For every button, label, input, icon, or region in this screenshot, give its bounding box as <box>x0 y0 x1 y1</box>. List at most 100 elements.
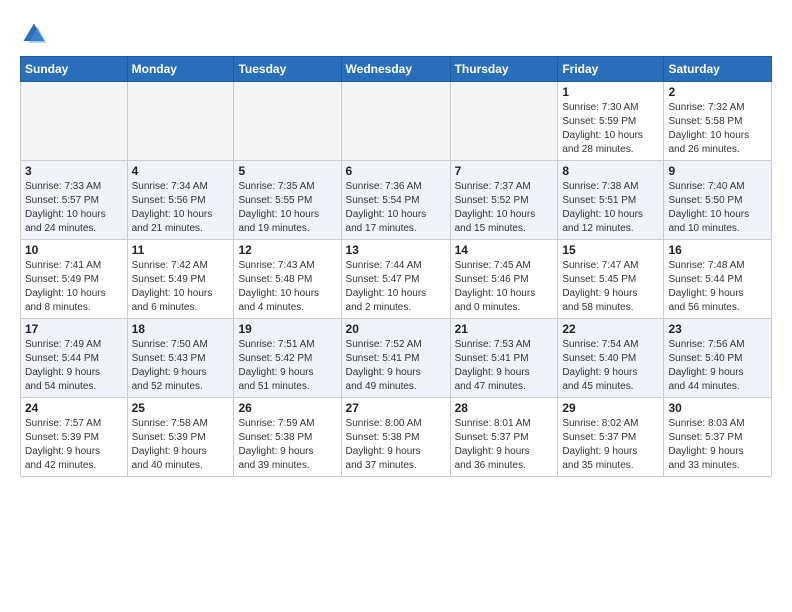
calendar-cell: 2 Sunrise: 7:32 AM Sunset: 5:58 PM Daylig… <box>664 82 772 161</box>
calendar-cell <box>21 82 128 161</box>
day-number: 1 <box>562 85 659 99</box>
calendar-cell: 11 Sunrise: 7:42 AM Sunset: 5:49 PM Dayli… <box>127 240 234 319</box>
day-info: Sunrise: 7:35 AM Sunset: 5:55 PM Dayligh… <box>238 180 336 236</box>
weekday-header-wednesday: Wednesday <box>341 57 450 82</box>
day-info: Sunrise: 7:50 AM Sunset: 5:43 PM Dayligh… <box>132 338 230 394</box>
day-number: 23 <box>668 322 767 336</box>
weekday-header-saturday: Saturday <box>664 57 772 82</box>
day-info: Sunrise: 8:02 AM Sunset: 5:37 PM Dayligh… <box>562 417 659 473</box>
day-info: Sunrise: 7:52 AM Sunset: 5:41 PM Dayligh… <box>346 338 446 394</box>
logo-icon <box>20 20 48 48</box>
day-info: Sunrise: 7:42 AM Sunset: 5:49 PM Dayligh… <box>132 259 230 315</box>
day-info: Sunrise: 7:36 AM Sunset: 5:54 PM Dayligh… <box>346 180 446 236</box>
weekday-header-friday: Friday <box>558 57 664 82</box>
calendar-cell <box>450 82 558 161</box>
day-info: Sunrise: 7:58 AM Sunset: 5:39 PM Dayligh… <box>132 417 230 473</box>
calendar-cell: 8 Sunrise: 7:38 AM Sunset: 5:51 PM Daylig… <box>558 161 664 240</box>
day-info: Sunrise: 7:56 AM Sunset: 5:40 PM Dayligh… <box>668 338 767 394</box>
calendar-cell: 23 Sunrise: 7:56 AM Sunset: 5:40 PM Dayli… <box>664 319 772 398</box>
day-number: 14 <box>455 243 554 257</box>
calendar-cell: 12 Sunrise: 7:43 AM Sunset: 5:48 PM Dayli… <box>234 240 341 319</box>
day-info: Sunrise: 7:48 AM Sunset: 5:44 PM Dayligh… <box>668 259 767 315</box>
day-number: 5 <box>238 164 336 178</box>
weekday-header-monday: Monday <box>127 57 234 82</box>
day-number: 21 <box>455 322 554 336</box>
calendar: SundayMondayTuesdayWednesdayThursdayFrid… <box>20 56 772 477</box>
day-info: Sunrise: 7:34 AM Sunset: 5:56 PM Dayligh… <box>132 180 230 236</box>
calendar-cell <box>341 82 450 161</box>
page: SundayMondayTuesdayWednesdayThursdayFrid… <box>0 0 792 487</box>
day-info: Sunrise: 7:44 AM Sunset: 5:47 PM Dayligh… <box>346 259 446 315</box>
day-number: 12 <box>238 243 336 257</box>
calendar-cell: 13 Sunrise: 7:44 AM Sunset: 5:47 PM Dayli… <box>341 240 450 319</box>
calendar-cell: 25 Sunrise: 7:58 AM Sunset: 5:39 PM Dayli… <box>127 398 234 477</box>
day-info: Sunrise: 8:01 AM Sunset: 5:37 PM Dayligh… <box>455 417 554 473</box>
calendar-cell <box>234 82 341 161</box>
day-info: Sunrise: 7:49 AM Sunset: 5:44 PM Dayligh… <box>25 338 123 394</box>
calendar-cell <box>127 82 234 161</box>
week-row-3: 10 Sunrise: 7:41 AM Sunset: 5:49 PM Dayli… <box>21 240 772 319</box>
day-number: 8 <box>562 164 659 178</box>
day-number: 30 <box>668 401 767 415</box>
day-info: Sunrise: 7:54 AM Sunset: 5:40 PM Dayligh… <box>562 338 659 394</box>
calendar-cell: 6 Sunrise: 7:36 AM Sunset: 5:54 PM Daylig… <box>341 161 450 240</box>
calendar-cell: 7Sunrise: 7:37 AM Sunset: 5:52 PM Daylig… <box>450 161 558 240</box>
day-info: Sunrise: 7:57 AM Sunset: 5:39 PM Dayligh… <box>25 417 123 473</box>
day-info: Sunrise: 7:51 AM Sunset: 5:42 PM Dayligh… <box>238 338 336 394</box>
day-number: 16 <box>668 243 767 257</box>
day-number: 28 <box>455 401 554 415</box>
day-number: 18 <box>132 322 230 336</box>
day-info: Sunrise: 8:00 AM Sunset: 5:38 PM Dayligh… <box>346 417 446 473</box>
day-info: Sunrise: 7:43 AM Sunset: 5:48 PM Dayligh… <box>238 259 336 315</box>
calendar-cell: 15 Sunrise: 7:47 AM Sunset: 5:45 PM Dayli… <box>558 240 664 319</box>
day-number: 15 <box>562 243 659 257</box>
calendar-cell: 22Sunrise: 7:54 AM Sunset: 5:40 PM Dayli… <box>558 319 664 398</box>
day-info: Sunrise: 8:03 AM Sunset: 5:37 PM Dayligh… <box>668 417 767 473</box>
weekday-header-sunday: Sunday <box>21 57 128 82</box>
day-info: Sunrise: 7:59 AM Sunset: 5:38 PM Dayligh… <box>238 417 336 473</box>
day-info: Sunrise: 7:47 AM Sunset: 5:45 PM Dayligh… <box>562 259 659 315</box>
day-number: 25 <box>132 401 230 415</box>
logo <box>20 20 52 48</box>
day-number: 29 <box>562 401 659 415</box>
day-info: Sunrise: 7:38 AM Sunset: 5:51 PM Dayligh… <box>562 180 659 236</box>
calendar-cell: 14Sunrise: 7:45 AM Sunset: 5:46 PM Dayli… <box>450 240 558 319</box>
day-info: Sunrise: 7:41 AM Sunset: 5:49 PM Dayligh… <box>25 259 123 315</box>
day-info: Sunrise: 7:33 AM Sunset: 5:57 PM Dayligh… <box>25 180 123 236</box>
calendar-cell: 5 Sunrise: 7:35 AM Sunset: 5:55 PM Daylig… <box>234 161 341 240</box>
day-number: 3 <box>25 164 123 178</box>
day-number: 24 <box>25 401 123 415</box>
day-info: Sunrise: 7:53 AM Sunset: 5:41 PM Dayligh… <box>455 338 554 394</box>
day-number: 4 <box>132 164 230 178</box>
week-row-2: 3 Sunrise: 7:33 AM Sunset: 5:57 PM Daylig… <box>21 161 772 240</box>
day-info: Sunrise: 7:40 AM Sunset: 5:50 PM Dayligh… <box>668 180 767 236</box>
day-number: 10 <box>25 243 123 257</box>
calendar-cell: 29 Sunrise: 8:02 AM Sunset: 5:37 PM Dayli… <box>558 398 664 477</box>
day-number: 9 <box>668 164 767 178</box>
calendar-cell: 10 Sunrise: 7:41 AM Sunset: 5:49 PM Dayli… <box>21 240 128 319</box>
header <box>20 16 772 48</box>
day-number: 20 <box>346 322 446 336</box>
day-number: 11 <box>132 243 230 257</box>
calendar-cell: 4 Sunrise: 7:34 AM Sunset: 5:56 PM Daylig… <box>127 161 234 240</box>
day-number: 13 <box>346 243 446 257</box>
calendar-cell: 9 Sunrise: 7:40 AM Sunset: 5:50 PM Daylig… <box>664 161 772 240</box>
calendar-cell: 18 Sunrise: 7:50 AM Sunset: 5:43 PM Dayli… <box>127 319 234 398</box>
week-row-4: 17Sunrise: 7:49 AM Sunset: 5:44 PM Dayli… <box>21 319 772 398</box>
weekday-header-row: SundayMondayTuesdayWednesdayThursdayFrid… <box>21 57 772 82</box>
calendar-cell: 26Sunrise: 7:59 AM Sunset: 5:38 PM Dayli… <box>234 398 341 477</box>
calendar-cell: 24 Sunrise: 7:57 AM Sunset: 5:39 PM Dayli… <box>21 398 128 477</box>
day-info: Sunrise: 7:30 AM Sunset: 5:59 PM Dayligh… <box>562 101 659 157</box>
calendar-cell: 3 Sunrise: 7:33 AM Sunset: 5:57 PM Daylig… <box>21 161 128 240</box>
calendar-cell: 20 Sunrise: 7:52 AM Sunset: 5:41 PM Dayli… <box>341 319 450 398</box>
calendar-cell: 1 Sunrise: 7:30 AM Sunset: 5:59 PM Daylig… <box>558 82 664 161</box>
day-number: 27 <box>346 401 446 415</box>
day-number: 2 <box>668 85 767 99</box>
weekday-header-tuesday: Tuesday <box>234 57 341 82</box>
calendar-cell: 27 Sunrise: 8:00 AM Sunset: 5:38 PM Dayli… <box>341 398 450 477</box>
calendar-cell: 17Sunrise: 7:49 AM Sunset: 5:44 PM Dayli… <box>21 319 128 398</box>
day-info: Sunrise: 7:32 AM Sunset: 5:58 PM Dayligh… <box>668 101 767 157</box>
week-row-5: 24 Sunrise: 7:57 AM Sunset: 5:39 PM Dayli… <box>21 398 772 477</box>
day-number: 6 <box>346 164 446 178</box>
day-number: 19 <box>238 322 336 336</box>
